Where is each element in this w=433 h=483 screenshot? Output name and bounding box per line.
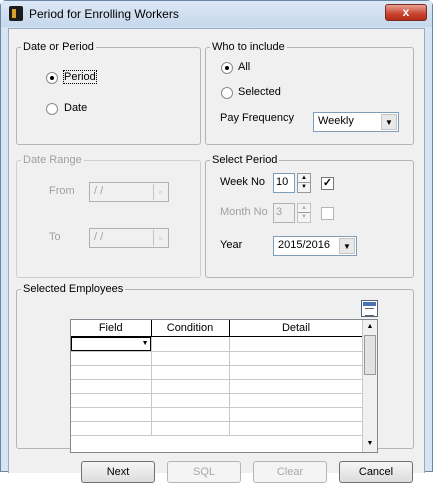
select-period-legend: Select Period [212,154,278,166]
table-row[interactable] [71,365,364,380]
spin-up-icon[interactable]: ▲ [298,174,310,183]
condition-cell[interactable] [151,379,230,394]
pay-frequency-dropdown[interactable]: Weekly ▼ [313,112,399,132]
to-label: To [49,231,61,243]
week-no-field[interactable]: 10 [273,173,295,193]
selected-radio[interactable] [221,87,233,99]
chevron-down-icon[interactable]: ▼ [381,114,397,130]
field-combo[interactable]: ▼ [71,336,151,351]
from-date-value: / / [94,185,104,197]
close-button[interactable]: x [385,4,427,21]
detail-cell[interactable] [229,351,364,366]
week-no-checkbox[interactable]: ✓ [321,177,334,190]
export-grid-icon[interactable] [361,300,378,317]
criteria-grid[interactable]: Field Condition Detail ▼ ▲ ▼ [70,319,378,453]
table-row[interactable] [71,393,364,408]
table-row[interactable] [71,351,364,366]
condition-cell[interactable] [151,365,230,380]
detail-cell[interactable] [229,421,364,436]
pay-frequency-label: Pay Frequency [220,112,294,124]
date-range-group: Date Range [16,154,201,278]
sql-button: SQL [167,461,241,483]
all-radio[interactable] [221,62,233,74]
detail-cell[interactable] [229,407,364,422]
detail-cell[interactable] [229,336,364,352]
criteria-header-row: Field Condition Detail [71,320,364,337]
calendar-icon: ▫ [153,230,167,246]
next-button[interactable]: Next [81,461,155,483]
spin-up-icon: ▲ [298,204,310,213]
calendar-icon: ▫ [153,184,167,200]
week-no-spinner[interactable]: ▲ ▼ [297,173,311,193]
year-value: 2015/2016 [278,239,330,251]
selected-radio-label[interactable]: Selected [238,86,281,98]
field-cell[interactable] [71,393,152,408]
to-date-field: / / ▫ [89,228,169,248]
date-or-period-group: Date or Period [16,41,201,145]
cancel-button[interactable]: Cancel [339,461,413,483]
table-row[interactable] [71,407,364,422]
pay-frequency-value: Weekly [318,115,354,127]
date-radio[interactable] [46,103,58,115]
year-dropdown[interactable]: 2015/2016 ▼ [273,236,357,256]
spin-down-icon: ▼ [301,214,307,220]
month-no-spinner: ▲ ▼ [297,203,311,223]
from-date-field: / / ▫ [89,182,169,202]
period-radio[interactable] [46,72,58,84]
condition-cell[interactable] [151,407,230,422]
field-cell[interactable]: ▼ [71,336,152,352]
date-radio-label[interactable]: Date [64,102,87,114]
scroll-down-icon[interactable]: ▼ [363,437,377,451]
criteria-table: Field Condition Detail ▼ [71,320,364,436]
dialog-window: Period for Enrolling Workers x Date or P… [0,0,433,483]
month-no-field: 3 [273,203,295,223]
condition-cell[interactable] [151,393,230,408]
column-header-field[interactable]: Field [71,320,152,337]
field-cell[interactable] [71,421,152,436]
from-label: From [49,185,75,197]
field-cell[interactable] [71,365,152,380]
column-header-detail[interactable]: Detail [229,320,364,337]
scroll-up-icon[interactable]: ▲ [363,320,377,334]
condition-cell[interactable] [151,421,230,436]
table-row[interactable]: ▼ [71,336,364,352]
column-header-condition[interactable]: Condition [151,320,230,337]
chevron-down-icon[interactable]: ▼ [142,339,149,349]
window-title: Period for Enrolling Workers [29,7,179,21]
field-cell[interactable] [71,351,152,366]
week-no-label: Week No [220,176,266,188]
field-cell[interactable] [71,379,152,394]
month-no-label: Month No [220,206,268,218]
condition-cell[interactable] [151,336,230,352]
table-row[interactable] [71,421,364,436]
condition-cell[interactable] [151,351,230,366]
scroll-thumb[interactable] [364,335,376,375]
chevron-down-icon[interactable]: ▼ [339,238,355,254]
date-or-period-legend: Date or Period [23,41,94,53]
to-date-value: / / [94,231,104,243]
detail-cell[interactable] [229,365,364,380]
all-radio-label[interactable]: All [238,61,250,73]
who-to-include-legend: Who to include [212,41,285,53]
app-icon [9,6,23,21]
dialog-client-area: Date or Period Period Date Who to includ… [8,28,425,483]
spin-down-icon[interactable]: ▼ [298,183,310,192]
period-radio-label[interactable]: Period [63,70,97,84]
month-no-checkbox [321,207,334,220]
clear-button: Clear [253,461,327,483]
year-label: Year [220,239,243,251]
grid-vertical-scrollbar[interactable]: ▲ ▼ [362,320,377,452]
title-bar[interactable]: Period for Enrolling Workers x [1,1,432,27]
date-range-legend: Date Range [23,154,82,166]
detail-cell[interactable] [229,393,364,408]
table-row[interactable] [71,379,364,394]
selected-employees-legend: Selected Employees [23,283,124,295]
detail-cell[interactable] [229,379,364,394]
field-cell[interactable] [71,407,152,422]
